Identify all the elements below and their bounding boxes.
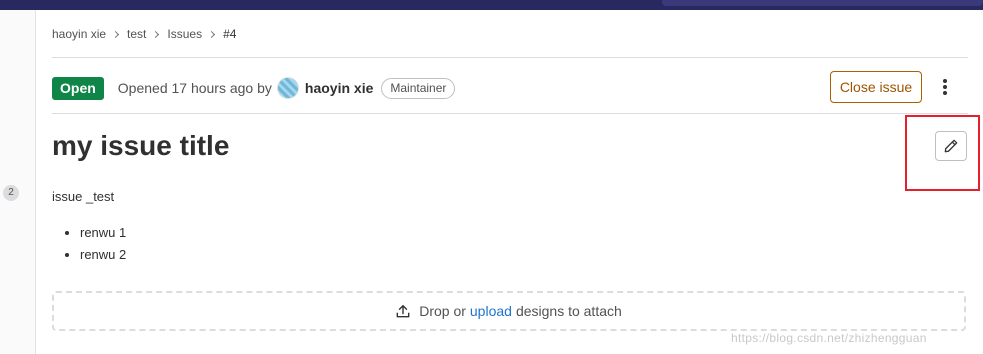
upload-link[interactable]: upload [470, 303, 512, 319]
description-list: renwu 1 renwu 2 [80, 225, 126, 269]
close-issue-button[interactable]: Close issue [830, 71, 922, 103]
sidebar-count-badge[interactable]: 2 [3, 185, 19, 201]
avatar[interactable] [276, 77, 299, 99]
top-navbar [0, 0, 983, 10]
navbar-search-area[interactable] [662, 0, 983, 6]
edit-title-button[interactable] [935, 131, 967, 161]
dropzone-prefix: Drop or [419, 303, 466, 319]
issue-description: issue _test [52, 189, 115, 204]
opened-text: Opened 17 hours ago by [117, 80, 272, 96]
upload-icon [396, 305, 410, 318]
issue-main: haoyin xie test Issues #4 Open Opened 17… [52, 10, 980, 354]
breadcrumb-current[interactable]: #4 [223, 27, 236, 41]
role-badge: Maintainer [381, 77, 456, 99]
breadcrumb-project[interactable]: test [127, 27, 146, 41]
design-dropzone[interactable]: Drop or upload designs to attach [52, 291, 966, 331]
dropzone-suffix: designs to attach [515, 303, 622, 319]
divider [52, 57, 968, 58]
breadcrumb: haoyin xie test Issues #4 [52, 27, 236, 41]
divider [52, 113, 968, 114]
chevron-right-icon [112, 30, 120, 38]
breadcrumb-issues[interactable]: Issues [167, 27, 202, 41]
pencil-icon [944, 139, 958, 153]
status-badge: Open [52, 76, 104, 100]
breadcrumb-user[interactable]: haoyin xie [52, 27, 106, 41]
watermark: https://blog.csdn.net/zhizhengguan [731, 331, 927, 345]
list-item: renwu 2 [80, 247, 126, 269]
chevron-right-icon [208, 30, 216, 38]
left-sidebar: 2 [0, 10, 36, 354]
list-item: renwu 1 [80, 225, 126, 247]
author-link[interactable]: haoyin xie [305, 80, 373, 96]
issue-title: my issue title [52, 130, 230, 161]
chevron-right-icon [152, 30, 160, 38]
more-actions-icon[interactable] [938, 76, 952, 98]
